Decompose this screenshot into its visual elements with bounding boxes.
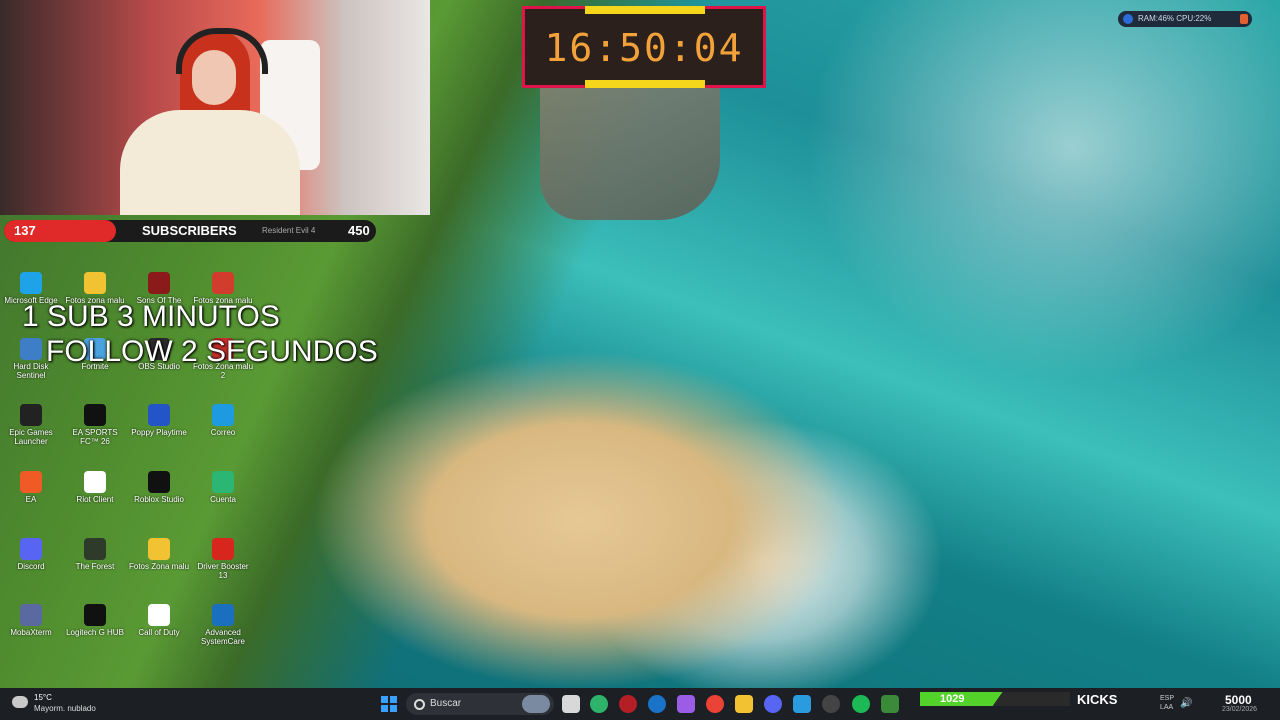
desktop-icon-label: Call of Duty: [138, 628, 180, 637]
current-game: Resident Evil 4: [262, 226, 316, 235]
desktop-icon-label: Roblox Studio: [134, 495, 184, 504]
clock-time: 16:50:04: [544, 26, 744, 70]
discord-icon[interactable]: [764, 695, 782, 713]
app-icon: [20, 471, 42, 493]
app-icon: [148, 604, 170, 626]
monitor-close-icon[interactable]: [1240, 14, 1248, 24]
desktop-icon[interactable]: EA SPORTS FC™ 26: [64, 400, 126, 460]
desktop-icon-label: Fotos Zona malu: [128, 562, 190, 571]
chrome-icon[interactable]: [706, 695, 724, 713]
app-icon: [148, 404, 170, 426]
app-icon: [20, 604, 42, 626]
clock-overlay: 16:50:04: [522, 6, 766, 88]
desktop-icon[interactable]: Epic Games Launcher: [0, 400, 62, 460]
app-red-icon[interactable]: [619, 695, 637, 713]
desktop-icon[interactable]: Cuenta: [192, 467, 254, 527]
app-icon: [20, 404, 42, 426]
app-icon: [20, 272, 42, 294]
desktop-icon-label: Correo: [210, 428, 236, 437]
task-view-icon[interactable]: [562, 695, 580, 713]
app-green-icon[interactable]: [590, 695, 608, 713]
app-green2-icon[interactable]: [881, 695, 899, 713]
app-icon: [84, 404, 106, 426]
language-indicator[interactable]: ESP LAA: [1160, 694, 1174, 712]
desktop-icon-label: MobaXterm: [10, 628, 52, 637]
taskbar-date[interactable]: 23/02/2026: [1222, 706, 1257, 713]
app-icon: [84, 538, 106, 560]
app-icon: [212, 272, 234, 294]
desktop-icon[interactable]: Logitech G HUB: [64, 600, 126, 660]
spotify-icon[interactable]: [852, 695, 870, 713]
goal-counter: 5000: [1225, 693, 1252, 707]
app-icon: [148, 538, 170, 560]
kicks-label: KICKS: [1077, 692, 1118, 707]
performance-readout: RAM:46% CPU:22%: [1138, 14, 1212, 23]
performance-monitor[interactable]: RAM:46% CPU:22%: [1118, 11, 1252, 27]
webcam-feed: [0, 0, 430, 215]
desktop-icon-label: Logitech G HUB: [66, 628, 124, 637]
weather-description[interactable]: Mayorm. nublado: [34, 704, 96, 713]
app-blue-icon[interactable]: [793, 695, 811, 713]
app-icon: [212, 538, 234, 560]
weather-temperature[interactable]: 15°C: [34, 693, 52, 702]
app-icon: [20, 338, 42, 360]
webcam-streamer-body: [120, 110, 300, 215]
app-icon: [212, 404, 234, 426]
subscriber-goal-bar: 137 SUBSCRIBERS Resident Evil 4 450: [4, 220, 376, 242]
desktop-icon[interactable]: Riot Client: [64, 467, 126, 527]
app-icon: [148, 272, 170, 294]
overlay-sub-rule: 1 SUB 3 MINUTOS: [22, 300, 280, 333]
wallpaper-sea-glare: [760, 0, 1280, 420]
desktop-icon[interactable]: Call of Duty: [128, 600, 190, 660]
desktop-icon-label: Riot Client: [76, 495, 114, 504]
clock-accent-top: [585, 6, 705, 14]
desktop-icon[interactable]: Driver Booster 13: [192, 534, 254, 594]
kicks-progress-bar: 1029: [920, 692, 1070, 706]
desktop-icon[interactable]: Discord: [0, 534, 62, 594]
desktop-icon-label: EA SPORTS FC™ 26: [72, 428, 118, 446]
desktop-icon-label: Driver Booster 13: [197, 562, 249, 580]
app-icon: [148, 471, 170, 493]
app-icon: [84, 471, 106, 493]
overlay-follow-rule: FOLLOW 2 SEGUNDOS: [46, 335, 378, 368]
kicks-count: 1029: [940, 693, 965, 705]
taskbar: 15°C Mayorm. nublado Buscar 1029 KICKS E…: [0, 688, 1280, 720]
volume-icon[interactable]: 🔊: [1180, 698, 1192, 709]
desktop-icon[interactable]: EA: [0, 467, 62, 527]
app-icon: [212, 604, 234, 626]
subscriber-label: SUBSCRIBERS: [142, 223, 237, 238]
obs-icon[interactable]: [822, 695, 840, 713]
monitor-icon: [1123, 14, 1133, 24]
app-icon: [84, 272, 106, 294]
search-icon: [414, 699, 425, 710]
desktop-icon[interactable]: The Forest: [64, 534, 126, 594]
subscriber-count: 137: [14, 223, 36, 238]
app-icon: [84, 604, 106, 626]
desktop-icon[interactable]: MobaXterm: [0, 600, 62, 660]
windows-start-icon[interactable]: [381, 696, 397, 712]
clock-accent-bottom: [585, 80, 705, 88]
desktop-icon-label: Poppy Playtime: [131, 428, 187, 437]
desktop-icon-label: Epic Games Launcher: [9, 428, 53, 446]
headset-icon: [176, 28, 268, 74]
app-c-icon[interactable]: [648, 695, 666, 713]
app-icon: [20, 538, 42, 560]
file-explorer-icon[interactable]: [735, 695, 753, 713]
cloud-icon[interactable]: [12, 696, 28, 708]
taskbar-widget-icon[interactable]: [522, 695, 550, 713]
desktop-icon[interactable]: Roblox Studio: [128, 467, 190, 527]
subscriber-goal: 450: [348, 223, 370, 238]
desktop-icon-label: EA: [25, 495, 37, 504]
desktop-icon-label: Advanced SystemCare: [200, 628, 245, 646]
desktop-icon[interactable]: Advanced SystemCare: [192, 600, 254, 660]
desktop-icon[interactable]: Correo: [192, 400, 254, 460]
app-purple-icon[interactable]: [677, 695, 695, 713]
desktop-icon[interactable]: Fotos Zona malu: [128, 534, 190, 594]
desktop-icon-label: The Forest: [75, 562, 115, 571]
app-icon: [212, 471, 234, 493]
desktop-icon-label: Discord: [17, 562, 45, 571]
desktop-icon[interactable]: Poppy Playtime: [128, 400, 190, 460]
desktop-icon-label: Cuenta: [210, 495, 236, 504]
search-placeholder: Buscar: [430, 698, 462, 709]
